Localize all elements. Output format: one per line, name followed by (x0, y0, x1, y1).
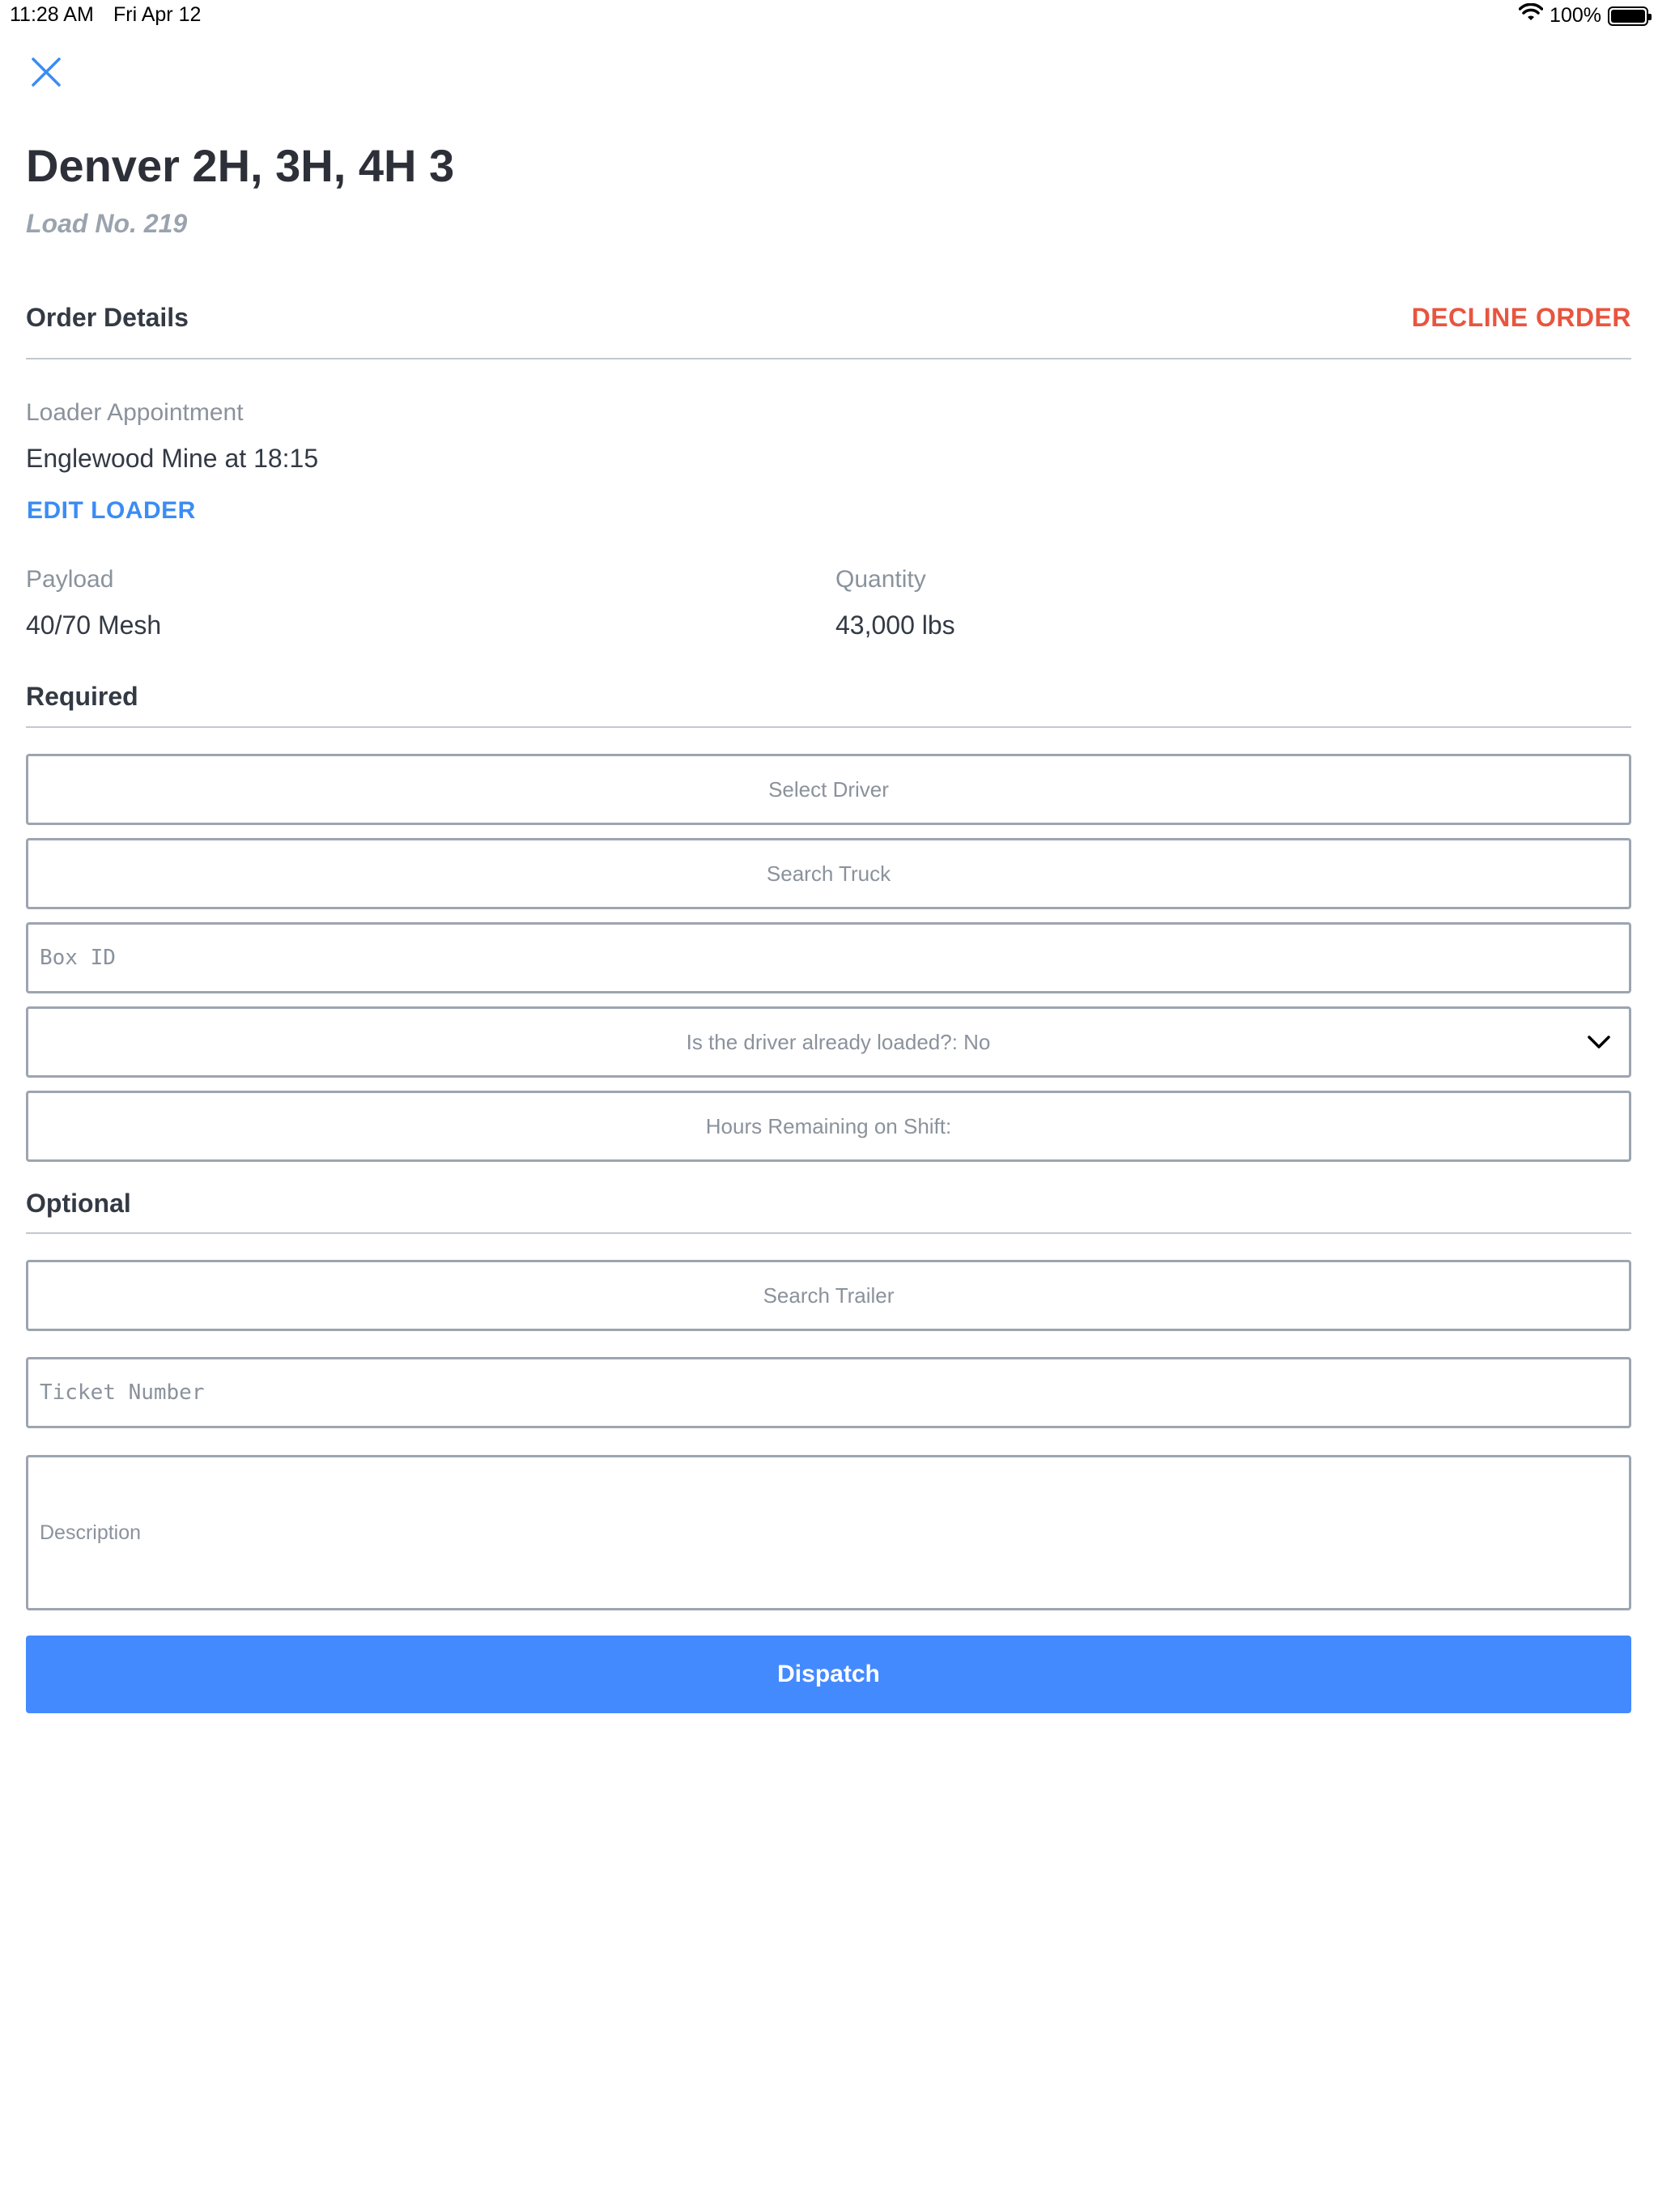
wifi-icon (1518, 2, 1544, 28)
status-date: Fri Apr 12 (113, 3, 202, 26)
search-truck-button[interactable]: Search Truck (26, 838, 1631, 909)
driver-loaded-select[interactable]: Is the driver already loaded?: No (26, 1006, 1631, 1078)
quantity-value: 43,000 lbs (835, 610, 955, 640)
load-number: Load No. 219 (26, 209, 188, 238)
divider (26, 1232, 1631, 1234)
battery-percent: 100% (1550, 4, 1601, 27)
decline-order-button[interactable]: DECLINE ORDER (1412, 303, 1631, 333)
status-time: 11:28 AM (10, 3, 94, 26)
page-title: Denver 2H, 3H, 4H 3 (26, 140, 455, 191)
required-header: Required (26, 682, 1631, 712)
hours-remaining-input[interactable]: Hours Remaining on Shift: (26, 1091, 1631, 1162)
payload-value: 40/70 Mesh (26, 610, 162, 640)
description-input[interactable]: Description (26, 1455, 1631, 1610)
quantity-label: Quantity (835, 566, 926, 593)
select-driver-button[interactable]: Select Driver (26, 754, 1631, 825)
divider (26, 726, 1631, 728)
close-button[interactable] (26, 53, 66, 94)
chevron-down-icon (1587, 1030, 1611, 1060)
edit-loader-button[interactable]: EDIT LOADER (27, 497, 196, 525)
battery-level (1611, 9, 1645, 23)
status-indicators: 100% (1518, 2, 1652, 28)
order-details-header: Order Details DECLINE ORDER (26, 303, 1631, 333)
box-id-input[interactable]: Box ID (26, 922, 1631, 993)
dispatch-button[interactable]: Dispatch (26, 1636, 1631, 1713)
ticket-number-input[interactable]: Ticket Number (26, 1357, 1631, 1428)
driver-loaded-value: Is the driver already loaded?: No (686, 1029, 991, 1054)
search-trailer-button[interactable]: Search Trailer (26, 1260, 1631, 1331)
loader-appointment-label: Loader Appointment (26, 399, 244, 426)
close-icon (31, 57, 62, 91)
divider (26, 358, 1631, 359)
status-bar: 11:28 AM Fri Apr 12 100% (0, 0, 1658, 32)
loader-appointment-value: Englewood Mine at 18:15 (26, 444, 319, 473)
battery-icon (1608, 6, 1652, 26)
order-details-heading: Order Details (26, 303, 189, 332)
payload-label: Payload (26, 566, 114, 593)
optional-header: Optional (26, 1189, 1631, 1219)
required-heading: Required (26, 682, 138, 711)
optional-heading: Optional (26, 1189, 131, 1218)
